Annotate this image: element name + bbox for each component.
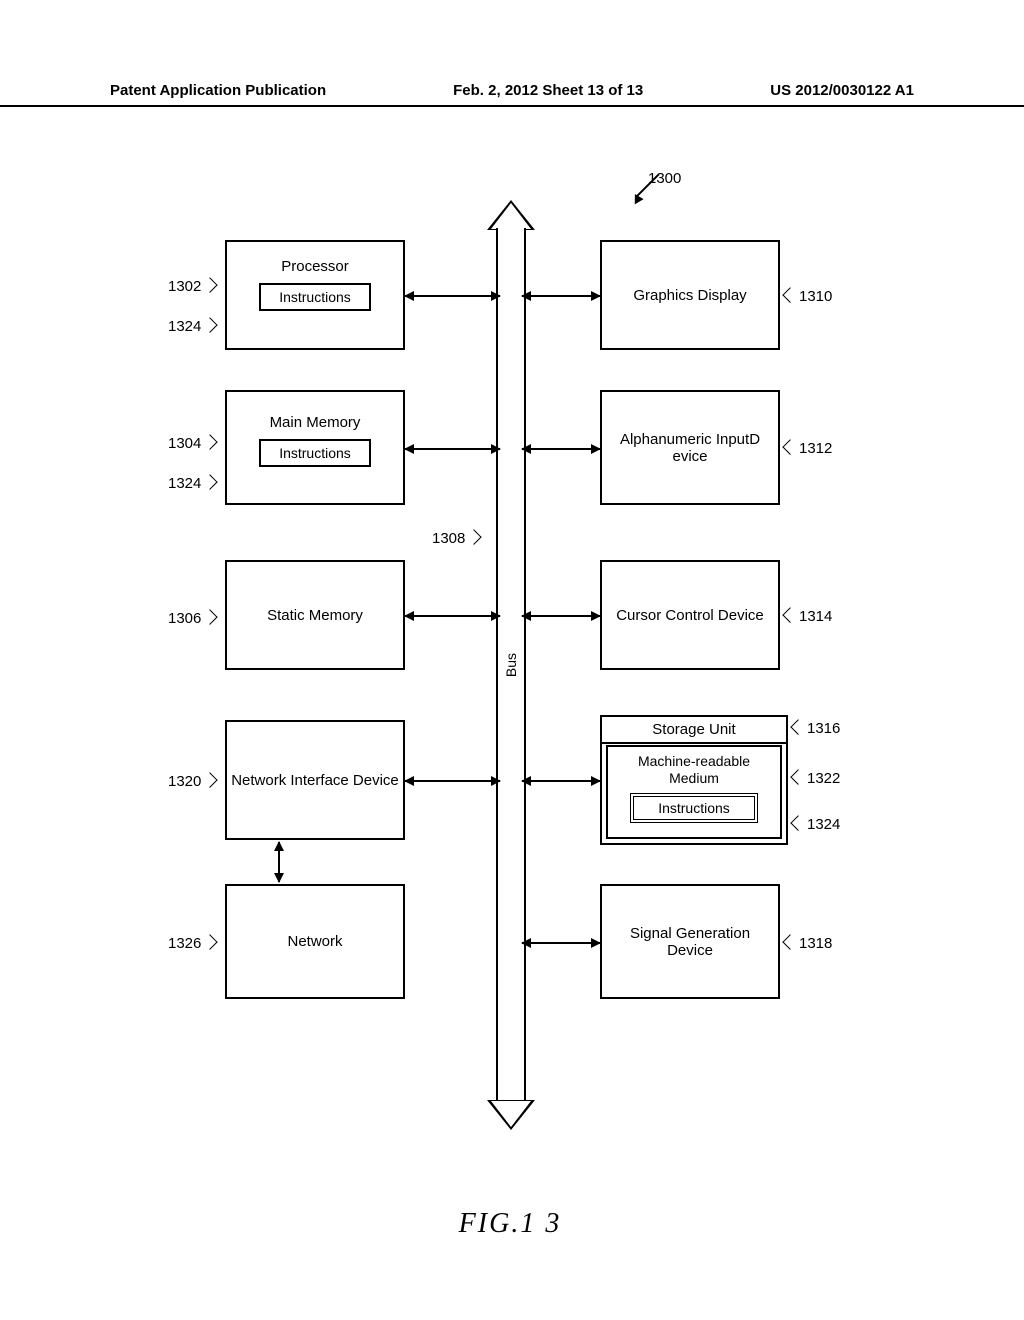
ref-1304: 1304: [168, 435, 214, 453]
header-right: US 2012/0030122 A1: [770, 82, 914, 99]
ref-1302: 1302: [168, 278, 214, 296]
block-main-memory: Main Memory Instructions: [225, 390, 405, 505]
block-cursor-control: Cursor Control Device: [600, 560, 780, 670]
block-network: Network: [225, 884, 405, 999]
block-network-interface: Network Interface Device: [225, 720, 405, 840]
ref-1326: 1326: [168, 935, 214, 953]
connector-alpha-input: [522, 448, 600, 450]
connector-graphics-display: [522, 295, 600, 297]
connector-cursor-control: [522, 615, 600, 617]
block-processor-instructions: Instructions: [259, 283, 371, 311]
ref-1312: 1312: [786, 440, 832, 458]
block-alpha-input: Alphanumeric InputD evice: [600, 390, 780, 505]
block-storage-unit: Storage Unit Machine-readable Medium Ins…: [600, 715, 788, 845]
ref-1324-a: 1324: [168, 318, 214, 336]
block-machine-readable-medium: Machine-readable Medium Instructions: [606, 745, 782, 839]
ref-1316: 1316: [794, 720, 840, 738]
block-graphics-display: Graphics Display: [600, 240, 780, 350]
connector-storage: [522, 780, 600, 782]
block-storage-instructions: Instructions: [630, 793, 758, 823]
storage-unit-title: Storage Unit: [602, 717, 786, 744]
connector-nid-network: [278, 842, 280, 882]
header-left: Patent Application Publication: [110, 82, 326, 99]
block-static-memory: Static Memory: [225, 560, 405, 670]
ref-1310: 1310: [786, 288, 832, 306]
header-center: Feb. 2, 2012 Sheet 13 of 13: [453, 82, 643, 99]
ref-1322: 1322: [794, 770, 840, 788]
connector-static-memory: [405, 615, 500, 617]
ref-1320: 1320: [168, 773, 214, 791]
bus-label: Bus: [503, 653, 519, 677]
ref-bus: 1308: [432, 530, 478, 548]
ref-1314: 1314: [786, 608, 832, 626]
bus-arrow: Bus: [490, 200, 532, 1130]
ref-1306: 1306: [168, 610, 214, 628]
ref-1324-b: 1324: [168, 475, 214, 493]
block-main-memory-instructions: Instructions: [259, 439, 371, 467]
connector-network-interface: [405, 780, 500, 782]
figure-area: 1300 Bus 1308 Processor Instructions 130…: [150, 180, 870, 1240]
ref-1318: 1318: [786, 935, 832, 953]
block-processor: Processor Instructions: [225, 240, 405, 350]
ref-1324-c: 1324: [794, 816, 840, 834]
connector-main-memory: [405, 448, 500, 450]
connector-processor: [405, 295, 500, 297]
figure-caption: FIG.1 3: [150, 1208, 870, 1240]
page-header: Patent Application Publication Feb. 2, 2…: [0, 82, 1024, 107]
ref-1300: 1300: [648, 170, 681, 187]
block-signal-gen: Signal Generation Device: [600, 884, 780, 999]
connector-signal-gen: [522, 942, 600, 944]
